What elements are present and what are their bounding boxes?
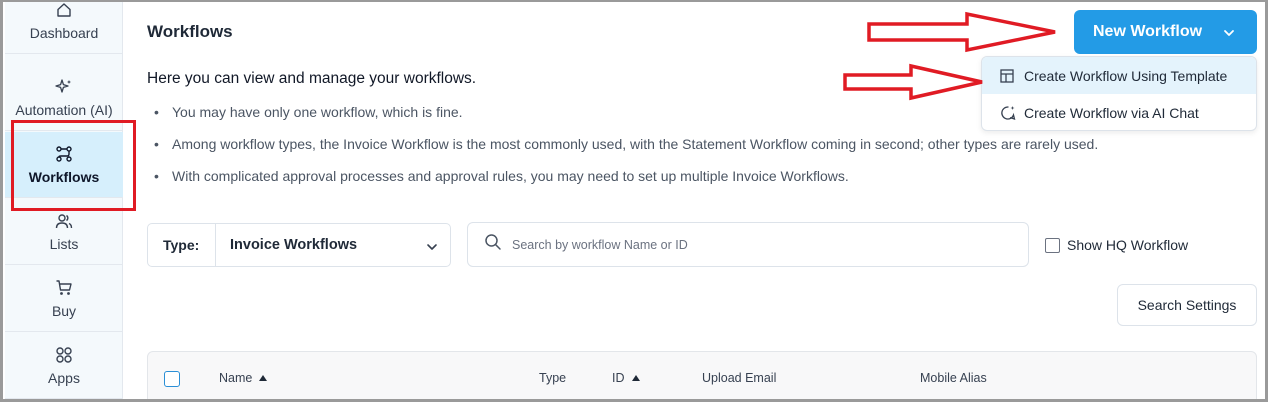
column-label: Mobile Alias [920, 371, 987, 385]
ai-chat-icon [1000, 105, 1016, 121]
create-from-template-item[interactable]: Create Workflow Using Template [982, 57, 1256, 94]
chevron-down-icon [426, 240, 438, 258]
cart-icon [55, 279, 73, 297]
sidebar-item-label: Buy [51, 302, 77, 319]
select-all-checkbox[interactable] [164, 371, 180, 387]
table-header: Name Type ID Upload Email Mobile Alias [147, 351, 1257, 399]
new-workflow-button[interactable]: New Workflow [1074, 10, 1257, 54]
apps-icon [55, 346, 73, 364]
intro-heading: Here you can view and manage your workfl… [147, 70, 477, 87]
show-hq-label: Show HQ Workflow [1067, 237, 1189, 253]
sparkles-icon [55, 78, 73, 96]
new-workflow-dropdown: Create Workflow Using Template Create Wo… [981, 56, 1257, 131]
search-input[interactable] [512, 237, 992, 252]
create-from-template-label: Create Workflow Using Template [1024, 67, 1228, 84]
page-title: Workflows [147, 22, 233, 41]
new-workflow-label: New Workflow [1093, 23, 1203, 40]
main-content: Workflows Here you can view and manage y… [124, 2, 1265, 399]
sidebar-item-apps[interactable]: Apps [5, 333, 123, 399]
annotation-arrow-icon [867, 11, 1056, 53]
column-label: Upload Email [702, 371, 777, 385]
users-icon [55, 212, 73, 230]
column-header-type[interactable]: Type [539, 371, 566, 385]
annotation-arrow-icon [843, 63, 983, 101]
app-frame: Dashboard Automation (AI) Workflows List… [0, 0, 1268, 402]
search-settings-button[interactable]: Search Settings [1117, 284, 1257, 326]
search-icon [484, 233, 502, 256]
sidebar-item-dashboard[interactable]: Dashboard [5, 2, 123, 54]
type-select[interactable]: Type: Invoice Workflows [147, 223, 451, 267]
intro-bullets: You may have only one workflow, which is… [154, 103, 1098, 199]
sidebar-item-buy[interactable]: Buy [5, 266, 123, 332]
column-header-upload-email[interactable]: Upload Email [702, 371, 776, 385]
create-via-ai-chat-label: Create Workflow via AI Chat [1024, 104, 1199, 121]
chevron-down-icon [1223, 26, 1235, 44]
sort-asc-icon [631, 371, 641, 385]
template-icon [1000, 68, 1016, 84]
intro-bullet: Among workflow types, the Invoice Workfl… [154, 135, 1098, 167]
column-label: Name [219, 371, 253, 385]
type-value: Invoice Workflows [230, 237, 358, 253]
search-box [467, 222, 1029, 267]
column-header-mobile-alias[interactable]: Mobile Alias [920, 371, 987, 385]
sidebar-item-label: Automation (AI) [15, 101, 113, 118]
sidebar-item-label: Lists [49, 235, 79, 252]
sidebar-item-label: Apps [48, 369, 80, 386]
intro-bullet: With complicated approval processes and … [154, 167, 1098, 199]
column-label: ID [612, 371, 625, 385]
type-label: Type: [148, 224, 216, 266]
annotation-highlight-box [11, 120, 136, 211]
create-via-ai-chat-item[interactable]: Create Workflow via AI Chat [982, 94, 1256, 130]
column-header-id[interactable]: ID [612, 371, 641, 385]
home-icon [55, 2, 73, 19]
show-hq-workflow-toggle[interactable]: Show HQ Workflow [1045, 237, 1188, 253]
show-hq-checkbox[interactable] [1045, 237, 1060, 253]
sidebar-item-label: Dashboard [29, 24, 99, 41]
column-header-name[interactable]: Name [219, 371, 268, 385]
sort-asc-icon [258, 371, 268, 385]
column-label: Type [539, 371, 567, 385]
intro-bullet: You may have only one workflow, which is… [154, 103, 1098, 135]
